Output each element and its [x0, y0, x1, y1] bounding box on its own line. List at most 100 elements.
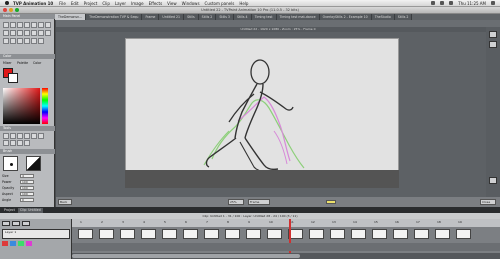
timeline-frame-cell[interactable] — [267, 229, 282, 239]
volume-icon[interactable] — [440, 1, 445, 5]
wifi-icon[interactable] — [431, 1, 436, 5]
timeline-frame-cell[interactable] — [309, 229, 324, 239]
view-options-icon[interactable] — [489, 31, 497, 38]
redo-icon[interactable] — [38, 38, 44, 44]
brush-aspect-field[interactable]: 100 — [20, 192, 34, 196]
layer-color-tag-icon[interactable] — [26, 241, 32, 246]
palette-tab[interactable]: Color — [33, 61, 41, 65]
palette-tab[interactable]: Palette — [17, 61, 28, 65]
brush-size-field[interactable]: 4 — [20, 174, 34, 178]
layer-color-tag-icon[interactable] — [2, 241, 8, 246]
menubar-clock[interactable]: Thu 11:25 AM — [458, 1, 486, 6]
timeline-frame-cell[interactable] — [372, 229, 387, 239]
menu-project[interactable]: Project — [84, 1, 98, 6]
light-table-icon[interactable] — [10, 38, 16, 44]
pan-tool-icon[interactable] — [45, 22, 51, 28]
menu-layer[interactable]: Layer — [115, 1, 126, 6]
fill-tool-icon[interactable] — [17, 22, 23, 28]
timeline-frame-cell[interactable] — [162, 229, 177, 239]
zoom-window-icon[interactable] — [15, 8, 19, 12]
back-button[interactable]: Back — [58, 199, 72, 205]
timeline-frame-cell[interactable] — [78, 229, 93, 239]
highlight-marker[interactable] — [326, 200, 336, 204]
app-menu[interactable]: TVP Animation 10 — [13, 1, 53, 6]
camera-tool-icon[interactable] — [3, 38, 9, 44]
menu-windows[interactable]: Windows — [182, 1, 200, 6]
timeline-frame-cell[interactable] — [351, 229, 366, 239]
close-button[interactable]: Close — [480, 199, 496, 205]
secondary-color-swatch[interactable] — [8, 73, 18, 83]
lasso-tool-icon[interactable] — [17, 30, 23, 36]
timeline-scroll-thumb[interactable] — [72, 254, 300, 258]
pencil-brush-icon[interactable] — [3, 133, 9, 139]
brush-power-field[interactable]: 100 — [20, 180, 34, 184]
fit-view-icon[interactable] — [489, 177, 497, 184]
rotate-tool-icon[interactable] — [45, 30, 51, 36]
new-layer-icon[interactable] — [2, 221, 10, 226]
warp-tool-icon[interactable] — [10, 30, 16, 36]
marker-brush-icon[interactable] — [10, 140, 16, 146]
text-tool-icon[interactable] — [31, 22, 37, 28]
color-picker-area[interactable] — [3, 88, 40, 124]
zoom-field[interactable]: 25% — [228, 199, 244, 205]
menu-edit[interactable]: Edit — [71, 1, 79, 6]
battery-icon[interactable] — [449, 1, 454, 5]
eyedropper-tool-icon[interactable] — [38, 30, 44, 36]
delete-layer-icon[interactable] — [22, 221, 30, 226]
menu-view[interactable]: View — [167, 1, 177, 6]
frame-field[interactable]: Frame — [248, 199, 270, 205]
chalk-brush-icon[interactable] — [3, 140, 9, 146]
apple-menu-icon[interactable] — [5, 1, 9, 5]
timeline-frame-cell[interactable] — [204, 229, 219, 239]
menu-clip[interactable]: Clip — [102, 1, 110, 6]
timeline-frame-cell[interactable] — [414, 229, 429, 239]
timeline-frame-cell[interactable] — [99, 229, 114, 239]
minimize-window-icon[interactable] — [9, 8, 13, 12]
drawing-canvas[interactable] — [125, 38, 399, 188]
crayon-brush-icon[interactable] — [31, 133, 37, 139]
timeline-frame-cell[interactable] — [183, 229, 198, 239]
brush-angle-field[interactable]: 0 — [20, 198, 34, 202]
brush-profile-preview[interactable] — [26, 156, 41, 171]
move-tool-icon[interactable] — [3, 30, 9, 36]
menu-custom-panels[interactable]: Custom panels — [205, 1, 235, 6]
timeline-frame-cell[interactable] — [456, 229, 471, 239]
menu-help[interactable]: Help — [239, 1, 248, 6]
duplicate-layer-icon[interactable] — [12, 221, 20, 226]
smudge-brush-icon[interactable] — [38, 133, 44, 139]
special-brush-icon[interactable] — [24, 140, 30, 146]
zoom-tool-icon[interactable] — [31, 30, 37, 36]
menu-file[interactable]: File — [59, 1, 66, 6]
grid-toggle-icon[interactable] — [489, 41, 497, 48]
timeline-ruler[interactable] — [72, 219, 500, 227]
timeline-frame-cell[interactable] — [246, 229, 261, 239]
spotlight-search-icon[interactable] — [491, 1, 495, 5]
airbrush-icon[interactable] — [17, 133, 23, 139]
magic-wand-tool-icon[interactable] — [24, 30, 30, 36]
timeline-frame-cell[interactable] — [330, 229, 345, 239]
timeline-scrollbar[interactable] — [72, 253, 500, 259]
timeline-frame-cell[interactable] — [435, 229, 450, 239]
undo-icon[interactable] — [31, 38, 37, 44]
timeline-frame-cell[interactable] — [141, 229, 156, 239]
eraser-tool-icon[interactable] — [10, 22, 16, 28]
shape-tool-icon[interactable] — [24, 22, 30, 28]
onion-skin-icon[interactable] — [17, 38, 23, 44]
palette-tab[interactable]: Mixer — [3, 61, 12, 65]
paint-brush-icon[interactable] — [24, 133, 30, 139]
menu-image[interactable]: Image — [131, 1, 144, 6]
layer-tool-icon[interactable] — [24, 38, 30, 44]
brush-opacity-field[interactable]: 100 — [20, 186, 34, 190]
timeline-frame-cell[interactable] — [120, 229, 135, 239]
layer-color-tag-icon[interactable] — [18, 241, 24, 246]
brush-tool-icon[interactable] — [3, 22, 9, 28]
menu-effects[interactable]: Effects — [149, 1, 163, 6]
hue-slider[interactable] — [42, 88, 48, 124]
blur-brush-icon[interactable] — [17, 140, 23, 146]
selection-tool-icon[interactable] — [38, 22, 44, 28]
timeline-frame-cell[interactable] — [393, 229, 408, 239]
close-window-icon[interactable] — [3, 8, 7, 12]
timeline-frame-cell[interactable] — [225, 229, 240, 239]
layer-color-tag-icon[interactable] — [10, 241, 16, 246]
layer-row[interactable]: Layer 1 — [2, 229, 70, 239]
